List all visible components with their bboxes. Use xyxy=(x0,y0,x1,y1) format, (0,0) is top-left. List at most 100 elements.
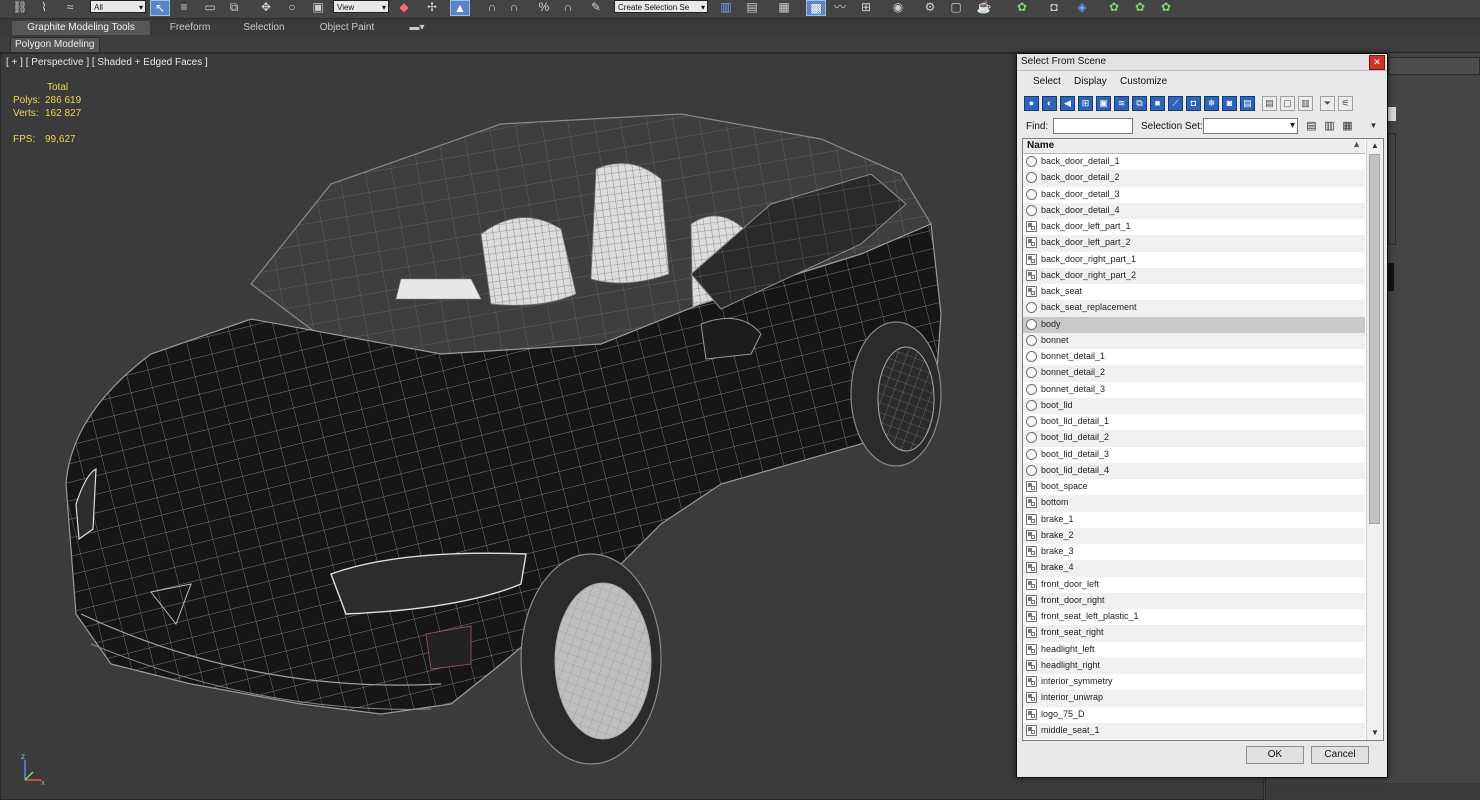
list-item[interactable]: bonnet xyxy=(1023,332,1365,349)
display-containers-icon[interactable]: ◘ xyxy=(1186,96,1201,111)
tab-graphite-modeling-tools[interactable]: Graphite Modeling Tools xyxy=(12,21,150,35)
list-item[interactable]: logo_75_D xyxy=(1023,706,1365,723)
angle-snap-icon[interactable]: ∩ xyxy=(506,0,522,14)
list-item[interactable]: back_door_right_part_1 xyxy=(1023,251,1365,268)
list-item[interactable]: back_door_detail_2 xyxy=(1023,170,1365,187)
select-invert-icon[interactable]: ▥ xyxy=(1298,96,1313,111)
collapse-arrow-icon[interactable]: ▼ xyxy=(1367,119,1380,133)
list-item[interactable]: boot_lid_detail_4 xyxy=(1023,462,1365,479)
display-helpers-icon[interactable]: ▣ xyxy=(1096,96,1111,111)
selection-set-add-icon[interactable]: ▤ xyxy=(1305,119,1318,133)
plugin-tool-5-icon[interactable]: ✿ xyxy=(1132,0,1148,14)
selection-set-edit-icon[interactable]: ▥ xyxy=(1323,119,1336,133)
display-groups-icon[interactable]: ⧉ xyxy=(1132,96,1147,111)
graphite-toggle-icon[interactable]: ▩ xyxy=(806,0,826,16)
plugin-tool-2-icon[interactable]: ◘ xyxy=(1046,0,1062,14)
selection-set-remove-icon[interactable]: ▦ xyxy=(1341,119,1354,133)
reference-coordinate-dropdown[interactable]: View xyxy=(333,0,389,14)
rendered-frame-icon[interactable]: ▢ xyxy=(948,0,964,14)
scroll-down-icon[interactable]: ▼ xyxy=(1367,726,1383,740)
tab-selection[interactable]: Selection xyxy=(232,21,296,35)
command-panel-swatch[interactable] xyxy=(1388,263,1394,291)
plugin-tool-4-icon[interactable]: ✿ xyxy=(1106,0,1122,14)
command-panel-dropdown[interactable] xyxy=(1388,107,1396,121)
selection-filter-dropdown[interactable]: All xyxy=(90,0,146,14)
pivot-center-icon[interactable]: ◆ xyxy=(396,0,412,14)
display-geometry-icon[interactable]: ● xyxy=(1024,96,1039,111)
link-icon[interactable]: ⛓ xyxy=(12,0,28,14)
display-all-icon[interactable]: ▤ xyxy=(1240,96,1255,111)
list-item[interactable]: back_door_detail_4 xyxy=(1023,202,1365,219)
viewport-label[interactable]: [ + ] [ Perspective ] [ Shaded + Edged F… xyxy=(6,57,208,68)
list-header[interactable]: Name ▲ xyxy=(1023,139,1365,154)
select-by-name-icon[interactable]: ≡ xyxy=(176,0,192,14)
list-item[interactable]: front_door_left xyxy=(1023,576,1365,593)
dialog-titlebar[interactable]: Select From Scene ✕ xyxy=(1017,54,1387,71)
list-item[interactable]: back_door_detail_3 xyxy=(1023,186,1365,203)
list-item[interactable]: back_door_left_part_1 xyxy=(1023,219,1365,236)
transform-gizmo-icon[interactable]: ✢ xyxy=(424,0,440,14)
list-item[interactable]: back_seat_replacement xyxy=(1023,300,1365,317)
spinner-snap-icon[interactable]: ∩ xyxy=(560,0,576,14)
material-editor-icon[interactable]: ◉ xyxy=(890,0,906,14)
plugin-tool-3-icon[interactable]: ◈ xyxy=(1074,0,1090,14)
list-item[interactable]: body xyxy=(1023,316,1365,333)
display-xrefs-icon[interactable]: ■ xyxy=(1150,96,1165,111)
list-item[interactable]: back_door_right_part_2 xyxy=(1023,267,1365,284)
list-item[interactable]: interior_unwrap xyxy=(1023,690,1365,707)
ribbon-options-icon[interactable]: ▬▾ xyxy=(404,21,430,35)
command-panel-tabs[interactable] xyxy=(1388,57,1480,75)
render-production-icon[interactable]: ☕ xyxy=(976,0,992,14)
list-item[interactable]: front_seat_left_plastic_1 xyxy=(1023,609,1365,626)
select-object-icon[interactable]: ↖ xyxy=(150,0,170,16)
list-item[interactable]: headlight_left xyxy=(1023,641,1365,658)
scroll-up-icon[interactable]: ▲ xyxy=(1367,139,1383,153)
list-item[interactable]: brake_2 xyxy=(1023,527,1365,544)
curve-editor-icon[interactable]: 〰 xyxy=(832,0,848,14)
polygon-modeling-panel[interactable]: Polygon Modeling xyxy=(10,37,100,53)
list-scrollbar[interactable]: ▲ ▼ xyxy=(1366,139,1383,740)
menu-customize[interactable]: Customize xyxy=(1120,76,1167,87)
find-input[interactable] xyxy=(1053,118,1133,134)
move-icon[interactable]: ✥ xyxy=(258,0,274,14)
menu-select[interactable]: Select xyxy=(1033,76,1061,87)
select-all-icon[interactable]: ▤ xyxy=(1262,96,1277,111)
align-icon[interactable]: ▤ xyxy=(744,0,760,14)
list-item[interactable]: interior_symmetry xyxy=(1023,674,1365,691)
scrollbar-thumb[interactable] xyxy=(1369,154,1380,524)
unlink-icon[interactable]: ⌇ xyxy=(36,0,52,14)
list-item[interactable]: boot_space xyxy=(1023,479,1365,496)
list-item[interactable]: bottom xyxy=(1023,495,1365,512)
menu-display[interactable]: Display xyxy=(1074,76,1107,87)
manipulate-icon[interactable]: ▲ xyxy=(450,0,470,16)
rotate-icon[interactable]: ○ xyxy=(284,0,300,14)
edit-named-selection-icon[interactable]: ✎ xyxy=(588,0,604,14)
list-item[interactable]: brake_4 xyxy=(1023,560,1365,577)
list-item[interactable]: boot_lid_detail_3 xyxy=(1023,446,1365,463)
named-selection-set-dropdown[interactable]: Create Selection Se xyxy=(614,0,708,14)
window-crossing-icon[interactable]: ⧉ xyxy=(226,0,242,14)
list-item[interactable]: bonnet_detail_1 xyxy=(1023,349,1365,366)
display-shapes-icon[interactable]: ◐ xyxy=(1042,96,1057,111)
rectangular-selection-icon[interactable]: ▭ xyxy=(202,0,218,14)
cancel-button[interactable]: Cancel xyxy=(1311,746,1369,764)
snaps-toggle-icon[interactable]: ∩ xyxy=(484,0,500,14)
ok-button[interactable]: OK xyxy=(1246,746,1304,764)
select-none-icon[interactable]: ▢ xyxy=(1280,96,1295,111)
list-item[interactable]: bonnet_detail_2 xyxy=(1023,365,1365,382)
list-item[interactable]: back_seat xyxy=(1023,284,1365,301)
list-item[interactable]: front_seat_right xyxy=(1023,625,1365,642)
list-item[interactable]: brake_3 xyxy=(1023,544,1365,561)
display-hidden-icon[interactable]: ◙ xyxy=(1222,96,1237,111)
list-item[interactable]: front_door_right xyxy=(1023,592,1365,609)
list-item[interactable]: boot_lid_detail_2 xyxy=(1023,430,1365,447)
mirror-icon[interactable]: ▥ xyxy=(718,0,734,14)
percent-snap-icon[interactable]: % xyxy=(536,0,552,14)
tab-freeform[interactable]: Freeform xyxy=(158,21,222,35)
display-bones-icon[interactable]: ⟋ xyxy=(1168,96,1183,111)
scale-icon[interactable]: ▣ xyxy=(310,0,326,14)
list-item[interactable]: headlight_right xyxy=(1023,657,1365,674)
plugin-tool-6-icon[interactable]: ✿ xyxy=(1158,0,1174,14)
sort-ascending-icon[interactable]: ▲ xyxy=(1352,139,1361,149)
filter-icon[interactable]: ⏷ xyxy=(1320,96,1335,111)
